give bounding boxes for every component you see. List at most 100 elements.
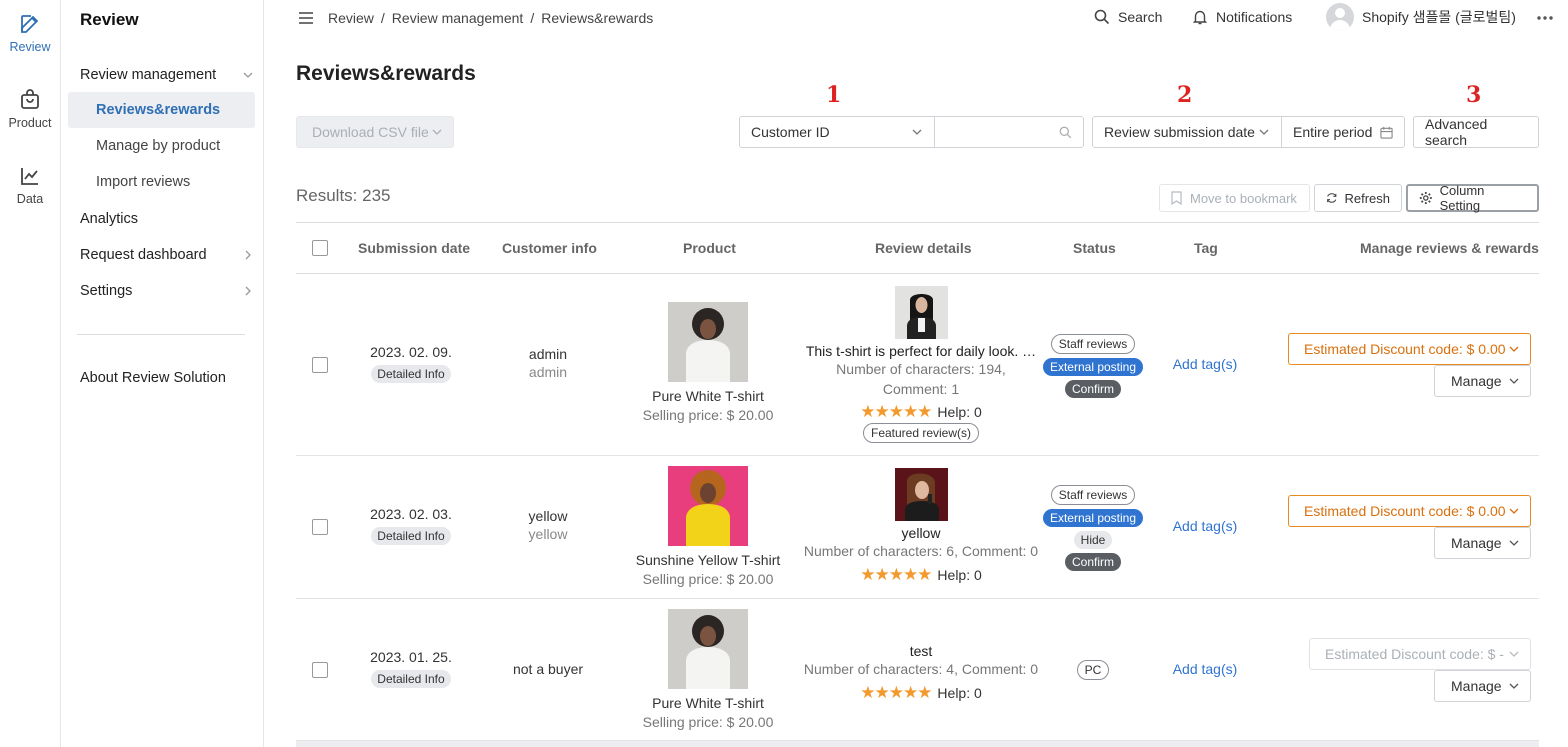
top-bar: Review / Review management / Reviews&rew… [264, 0, 1568, 36]
product-image[interactable] [668, 302, 748, 382]
status-badge: External posting [1042, 358, 1144, 376]
product-name[interactable]: Pure White T-shirt [628, 695, 788, 711]
customer-name[interactable]: admin [498, 346, 598, 362]
submission-date: 2023. 02. 03. [370, 506, 452, 522]
results-count: Results: 235 [296, 186, 391, 205]
advanced-search-button[interactable]: Advanced search [1413, 116, 1539, 148]
col-submission-date[interactable]: Submission date [358, 240, 470, 256]
page-title: Reviews&rewards [296, 62, 476, 85]
discount-code-select[interactable]: Estimated Discount code: $ 0.00 [1288, 495, 1531, 527]
product-image[interactable] [668, 466, 748, 546]
detailed-info-chip[interactable]: Detailed Info [371, 365, 451, 383]
search-input[interactable] [934, 116, 1084, 148]
detailed-info-chip[interactable]: Detailed Info [371, 670, 451, 688]
column-setting-button[interactable]: Column Setting [1406, 183, 1539, 213]
detailed-info-chip[interactable]: Detailed Info [371, 527, 451, 545]
menu-about[interactable]: About Review Solution [80, 367, 254, 389]
filter-field-select[interactable]: Customer ID [739, 116, 935, 148]
menu-analytics[interactable]: Analytics [80, 208, 254, 230]
menu-review-management[interactable]: Review management [80, 64, 254, 86]
submission-date-cell: 2023. 01. 25. Detailed Info [361, 649, 461, 688]
manage-dropdown[interactable]: Manage [1434, 670, 1531, 702]
manage-dropdown[interactable]: Manage [1434, 527, 1531, 559]
product-cell: Pure White T-shirt Selling price: $ 20.0… [628, 609, 788, 730]
status-badge: Staff reviews [1050, 334, 1136, 354]
status-cell: Staff reviews External posting Hide Conf… [1041, 483, 1145, 573]
product-name[interactable]: Pure White T-shirt [628, 388, 788, 404]
discount-code-select[interactable]: Estimated Discount code: $ - [1309, 638, 1531, 670]
breadcrumb-review-management[interactable]: Review management [392, 10, 524, 26]
chevron-down-icon [1509, 683, 1519, 689]
review-photo[interactable] [894, 286, 948, 339]
product-price: Selling price: $ 20.00 [642, 407, 774, 423]
move-bookmark-button[interactable]: Move to bookmark [1159, 184, 1310, 212]
more-icon[interactable] [1537, 16, 1553, 20]
col-product: Product [683, 240, 736, 256]
chevron-down-icon [1509, 540, 1519, 546]
status-badge: Confirm [1064, 553, 1121, 571]
rail-product[interactable]: Product [0, 88, 60, 130]
menu-request-dashboard[interactable]: Request dashboard [80, 244, 254, 266]
menu-settings[interactable]: Settings [80, 280, 254, 302]
customer-name[interactable]: not a buyer [498, 661, 598, 677]
rail-review[interactable]: Review [0, 12, 60, 54]
review-details-cell: test Number of characters: 4, Comment: 0… [796, 639, 1046, 703]
status-badge: Staff reviews [1050, 485, 1136, 505]
row-checkbox[interactable] [312, 662, 328, 678]
menu-divider [77, 334, 245, 335]
download-csv-button[interactable]: Download CSV file [296, 116, 454, 148]
help-count: Help: 0 [937, 567, 982, 583]
product-image[interactable] [668, 609, 748, 689]
download-csv-label: Download CSV file [312, 124, 429, 140]
menu-import-reviews[interactable]: Import reviews [68, 164, 255, 200]
chevron-down-icon [1509, 508, 1519, 514]
top-notifications[interactable]: Notifications [1192, 9, 1292, 25]
period-picker[interactable]: Entire period [1281, 116, 1405, 148]
table-row: 2023. 02. 09. Detailed Info admin admin … [296, 274, 1539, 456]
review-meta: Number of characters: 6, Comment: 0 [803, 543, 1039, 559]
date-field-label: Review submission date [1104, 124, 1255, 140]
rail-data[interactable]: Data [0, 164, 60, 206]
annotation-1: 1 [826, 82, 842, 108]
menu-manage-by-product[interactable]: Manage by product [68, 128, 255, 164]
breadcrumb-separator: / [380, 10, 385, 26]
top-search[interactable]: Search [1094, 9, 1162, 25]
top-store-account[interactable]: Shopify 샘플몰 (글로벌팀) [1326, 3, 1516, 31]
bell-icon [1192, 10, 1208, 25]
select-all-checkbox[interactable] [312, 240, 328, 256]
manage-label: Manage [1451, 678, 1502, 694]
review-text[interactable]: test [796, 643, 1046, 659]
col-customer-info: Customer info [502, 240, 597, 256]
manage-label: Manage [1451, 373, 1502, 389]
submission-date: 2023. 02. 09. [370, 344, 452, 360]
status-badge: Hide [1073, 531, 1113, 549]
add-tag-link[interactable]: Add tag(s) [1173, 661, 1238, 677]
discount-code-select[interactable]: Estimated Discount code: $ 0.00 [1288, 333, 1531, 365]
review-photo[interactable] [894, 468, 948, 521]
row-checkbox[interactable] [312, 357, 328, 373]
breadcrumb-review[interactable]: Review [328, 10, 374, 26]
top-search-label: Search [1118, 9, 1163, 25]
review-details-cell: yellow Number of characters: 6, Comment:… [796, 468, 1046, 585]
customer-name[interactable]: yellow [498, 508, 598, 524]
refresh-button[interactable]: Refresh [1314, 184, 1402, 212]
date-field-select[interactable]: Review submission date [1092, 116, 1282, 148]
manage-dropdown[interactable]: Manage [1434, 365, 1531, 397]
rail-data-label: Data [16, 192, 44, 206]
chevron-down-icon [432, 129, 442, 135]
table-header: Submission date Customer info Product Re… [296, 222, 1539, 274]
product-cell: Sunshine Yellow T-shirt Selling price: $… [628, 466, 788, 587]
add-tag-link[interactable]: Add tag(s) [1173, 356, 1238, 372]
review-text[interactable]: This t-shirt is perfect for daily look. … [796, 343, 1046, 359]
menu-settings-label: Settings [80, 283, 133, 299]
menu-reviews-rewards[interactable]: Reviews&rewards [68, 92, 255, 128]
avatar [1326, 3, 1354, 31]
customer-info-cell: yellow yellow [498, 508, 598, 542]
row-checkbox[interactable] [312, 519, 328, 535]
review-text[interactable]: yellow [796, 525, 1046, 541]
hamburger-icon[interactable] [298, 10, 314, 26]
chevron-right-icon [245, 250, 251, 260]
product-name[interactable]: Sunshine Yellow T-shirt [628, 552, 788, 568]
chevron-down-icon [912, 129, 922, 135]
add-tag-link[interactable]: Add tag(s) [1173, 518, 1238, 534]
